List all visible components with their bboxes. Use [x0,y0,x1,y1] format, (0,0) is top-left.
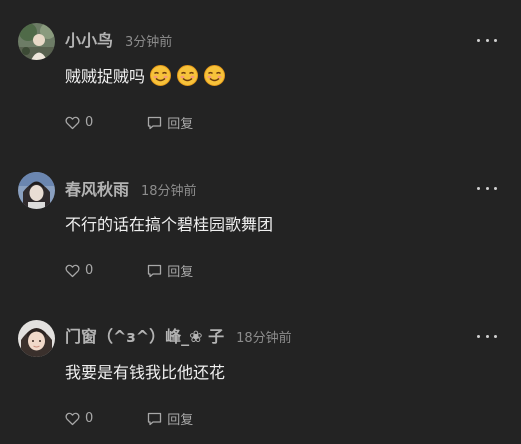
speech-bubble-icon [148,264,162,277]
comment-author[interactable]: 小小鸟 3分钟前 [65,27,172,51]
reply-label: 回复 [167,413,194,428]
comment-time: 3分钟前 [125,35,173,50]
more-options-button[interactable] [477,32,497,48]
like-count: 0 [85,411,94,426]
comment-text: 不行的话在搞个碧桂园歌舞团 [65,211,273,235]
avatar[interactable] [18,23,55,60]
comment-text: 我要是有钱我比他还花 [65,359,225,383]
reply-label: 回复 [167,265,194,280]
avatar[interactable] [18,172,55,209]
comment-text-body: 不行的话在搞个碧桂园歌舞团 [65,215,274,234]
like-button[interactable]: 0 [65,115,93,130]
smirk-emoji-icon [204,64,226,86]
comment-actions: 0 回复 [65,113,193,132]
comment-item: 小小鸟 3分钟前 贼贼捉贼吗 0 回复 [0,0,521,148]
comment-text-body: 贼贼捉贼吗 [65,67,146,86]
like-count: 0 [85,263,94,278]
comment-author[interactable]: 门窗（^з^）峰_❀ 子 18分钟前 [65,323,292,347]
comment-time: 18分钟前 [236,331,292,346]
reply-button[interactable]: 回复 [147,261,193,280]
heart-outline-icon [65,412,80,425]
heart-outline-icon [65,264,80,277]
more-dots-icon [477,186,480,190]
more-options-button[interactable] [477,180,497,196]
speech-bubble-icon [148,412,162,425]
comment-actions: 0 回复 [65,409,193,428]
comment-item: 春风秋雨 18分钟前 不行的话在搞个碧桂园歌舞团 0 回复 [0,148,521,296]
speech-bubble-icon [148,116,162,129]
comment-text-body: 我要是有钱我比他还花 [65,363,226,382]
reply-button[interactable]: 回复 [147,113,193,132]
comment-author[interactable]: 春风秋雨 18分钟前 [65,176,197,200]
like-button[interactable]: 0 [65,263,93,278]
comment-item: 门窗（^з^）峰_❀ 子 18分钟前 我要是有钱我比他还花 0 回复 [0,296,521,444]
comment-actions: 0 回复 [65,261,193,280]
avatar[interactable] [18,320,55,357]
comment-text: 贼贼捉贼吗 [65,63,226,87]
smirk-emoji-icon [150,64,172,86]
comment-time: 18分钟前 [141,184,197,199]
like-count: 0 [85,115,94,130]
like-button[interactable]: 0 [65,411,93,426]
more-dots-icon [477,38,480,42]
smirk-emoji-icon [177,64,199,86]
reply-button[interactable]: 回复 [147,409,193,428]
heart-outline-icon [65,116,80,129]
more-dots-icon [477,334,480,338]
reply-label: 回复 [167,117,194,132]
more-options-button[interactable] [477,328,497,344]
